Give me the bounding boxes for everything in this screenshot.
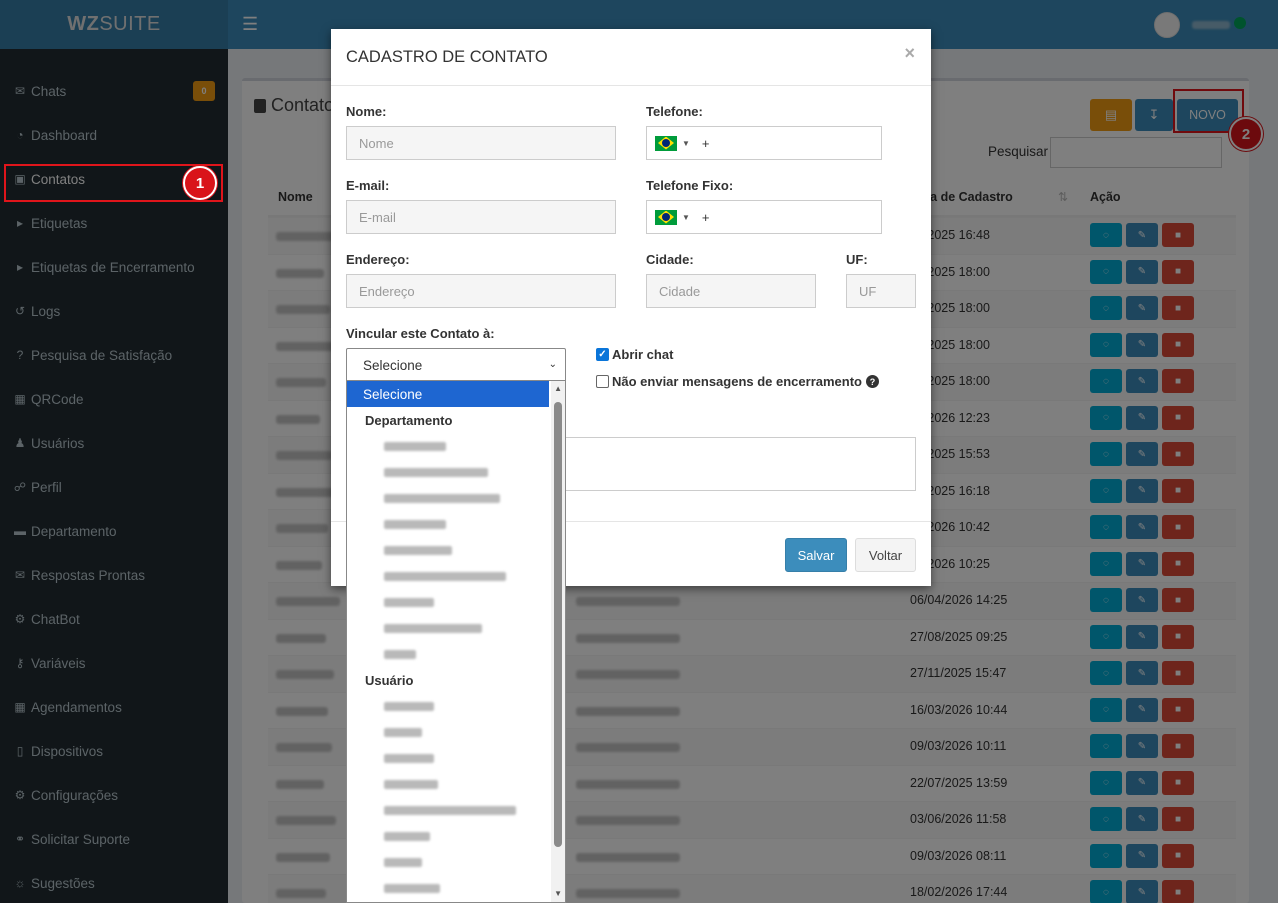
dropdown-option-department[interactable] [347,641,565,667]
telefone-fixo-label: Telefone Fixo: [646,178,734,193]
scroll-down-icon[interactable]: ▼ [554,889,562,898]
dropdown-option-department[interactable] [347,615,565,641]
nao-enviar-row[interactable]: Não enviar mensagens de encerramento ? [596,374,879,389]
user-options [347,693,565,901]
dropdown-option-user[interactable] [347,771,565,797]
dropdown-option-user[interactable] [347,849,565,875]
dropdown-option-selecione[interactable]: Selecione [347,381,549,407]
dropdown-option-user[interactable] [347,719,565,745]
dropdown-option-department[interactable] [347,537,565,563]
telefone-value: + [701,135,710,151]
vincular-label: Vincular este Contato à: [346,326,495,341]
nome-field[interactable]: Nome [346,126,616,160]
nome-label: Nome: [346,104,387,119]
dropdown-option-department[interactable] [347,511,565,537]
brazil-flag-icon[interactable] [655,135,677,151]
save-button[interactable]: Salvar [785,538,847,572]
modal-header: CADASTRO DE CONTATO × [331,29,931,86]
vincular-select[interactable]: Selecione ⌄ [346,348,566,382]
dropdown-option-department[interactable] [347,589,565,615]
scroll-up-icon[interactable]: ▲ [554,384,562,393]
endereco-label: Endereço: [346,252,410,267]
observacao-textarea[interactable] [564,437,916,491]
nao-enviar-checkbox[interactable] [596,375,609,388]
abrir-chat-label: Abrir chat [612,347,674,362]
telefone-label: Telefone: [646,104,703,119]
dropdown-scrollbar[interactable]: ▲ ▼ [551,381,565,902]
modal-title: CADASTRO DE CONTATO [346,48,548,66]
telefone-fixo-field[interactable]: ▼ + [646,200,882,234]
email-field[interactable]: E-mail [346,200,616,234]
question-circle-icon[interactable]: ? [866,375,879,388]
telefone-fixo-value: + [701,209,710,225]
department-options [347,433,565,667]
dropdown-option-user[interactable] [347,693,565,719]
abrir-chat-row[interactable]: ✓ Abrir chat [596,347,673,362]
caret-down-icon[interactable]: ▼ [682,213,690,222]
dropdown-group-usuario: Usuário [365,672,414,688]
dropdown-option-department[interactable] [347,563,565,589]
dropdown-group-departamento: Departamento [365,412,453,428]
dropdown-option-user[interactable] [347,875,565,901]
dropdown-option-user[interactable] [347,797,565,823]
dropdown-option-department[interactable] [347,433,565,459]
endereco-field[interactable]: Endereço [346,274,616,308]
close-icon[interactable]: × [904,43,915,64]
dropdown-option-department[interactable] [347,485,565,511]
uf-field[interactable]: UF [846,274,916,308]
vincular-dropdown-list: Selecione Departamento Usuário ▲ ▼ [346,380,566,903]
dropdown-option-user[interactable] [347,823,565,849]
step-badge-1: 1 [183,166,217,200]
telefone-field[interactable]: ▼ + [646,126,882,160]
email-label: E-mail: [346,178,390,193]
vincular-selected-value: Selecione [363,357,423,373]
dropdown-option-user[interactable] [347,745,565,771]
abrir-chat-checkbox[interactable]: ✓ [596,348,609,361]
scrollbar-thumb[interactable] [554,402,562,847]
uf-label: UF: [846,252,868,267]
dropdown-option-department[interactable] [347,459,565,485]
back-button[interactable]: Voltar [855,538,916,572]
caret-down-icon[interactable]: ▼ [682,139,690,148]
cidade-label: Cidade: [646,252,694,267]
nao-enviar-label: Não enviar mensagens de encerramento [612,374,862,389]
brazil-flag-icon[interactable] [655,209,677,225]
cidade-field[interactable]: Cidade [646,274,816,308]
chevron-down-icon: ⌄ [548,359,557,370]
